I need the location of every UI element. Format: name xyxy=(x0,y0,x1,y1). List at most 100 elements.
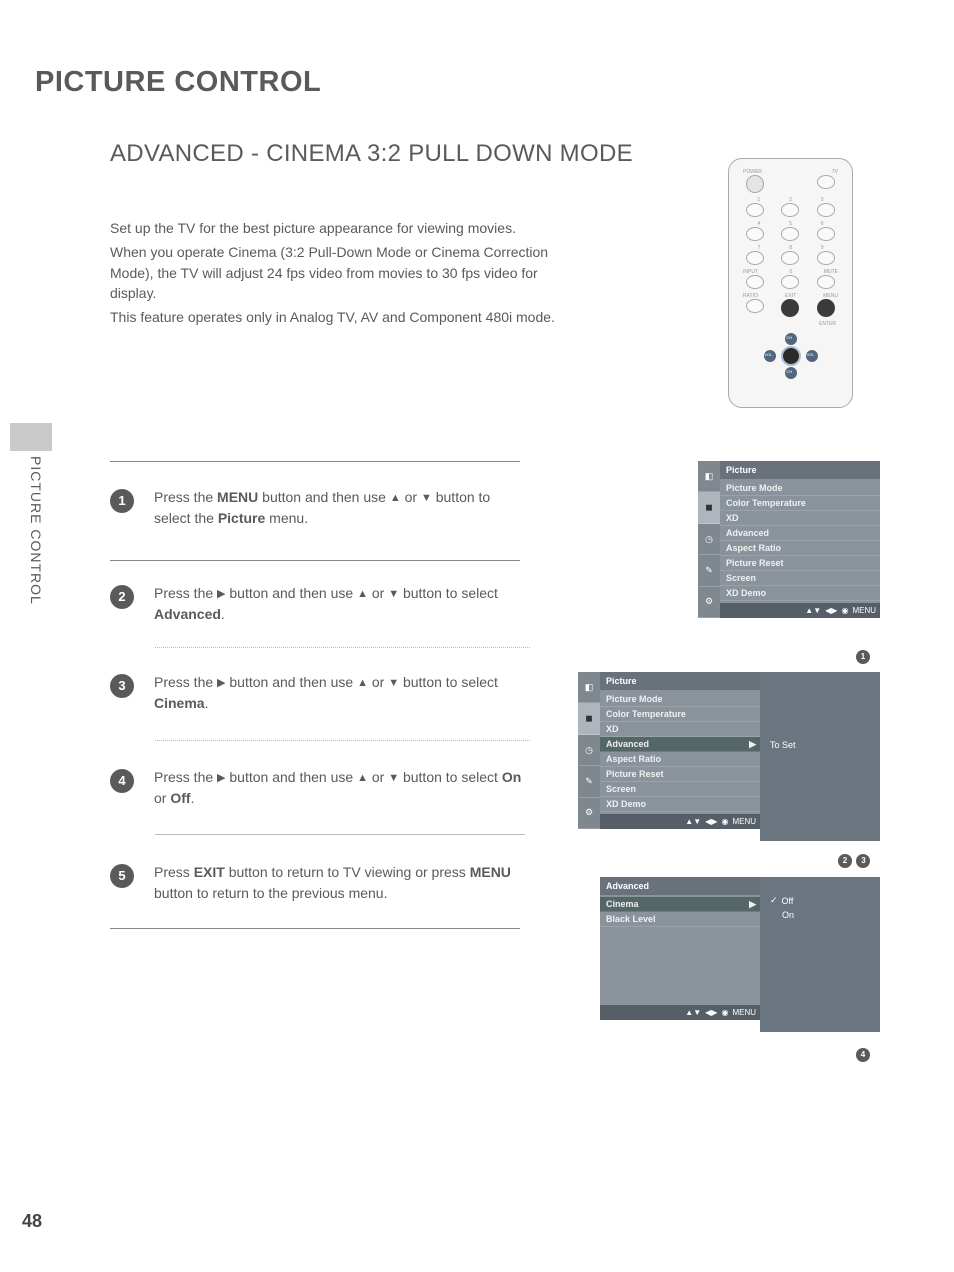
divider xyxy=(110,560,520,561)
osd-item: XD xyxy=(600,722,760,737)
right-arrow-icon: ▶ xyxy=(749,899,756,910)
up-arrow-icon: ▲ xyxy=(357,677,368,689)
step-3-text: Press the ▶ button and then use ▲ or ▼ b… xyxy=(154,672,530,714)
side-section-label: PICTURE CONTROL xyxy=(28,456,44,605)
check-icon: ✓ xyxy=(770,895,778,906)
page-title: PICTURE CONTROL xyxy=(35,66,321,99)
osd-footer-menu: MENU xyxy=(732,817,756,826)
remote-control-illustration: POWERTV 123 456 789 INPUT0MUTE RATIOEXIT… xyxy=(728,158,853,408)
up-arrow-icon: ▲ xyxy=(390,492,401,504)
osd-item: Picture Reset xyxy=(720,556,880,571)
osd-item: Aspect Ratio xyxy=(600,752,760,767)
input-button-icon xyxy=(746,275,764,289)
step-4: 4 Press the ▶ button and then use ▲ or ▼… xyxy=(110,767,530,809)
enter-icon: ◉ xyxy=(841,606,848,615)
side-tab xyxy=(10,423,52,451)
num-4-icon xyxy=(746,227,764,241)
num-5-icon xyxy=(781,227,799,241)
down-arrow-icon: ▼ xyxy=(388,588,399,600)
mute-button-icon xyxy=(817,275,835,289)
osd-title: Picture xyxy=(720,461,880,479)
osd-footer-menu: MENU xyxy=(852,606,876,615)
right-arrow-icon: ▶ xyxy=(217,588,225,600)
num-6-icon xyxy=(817,227,835,241)
section-title: ADVANCED - CINEMA 3:2 PULL DOWN MODE xyxy=(110,140,633,168)
osd-item: XD Demo xyxy=(720,586,880,601)
intro-block: Set up the TV for the best picture appea… xyxy=(110,218,560,331)
step-3: 3 Press the ▶ button and then use ▲ or ▼… xyxy=(110,672,530,714)
step-badge-5: 5 xyxy=(110,864,134,888)
step-1-text: Press the MENU button and then use ▲ or … xyxy=(154,487,530,529)
dotted-divider xyxy=(155,740,530,741)
osd-right-panel-toset: To Set xyxy=(760,672,880,841)
osd-icon: ✎ xyxy=(698,555,720,586)
osd-picture-icon: ◼ xyxy=(698,492,720,523)
osd-option-on: On xyxy=(770,910,794,920)
tv-button-icon xyxy=(817,175,835,189)
osd-picture-icon: ◼ xyxy=(578,703,600,734)
osd-picture-menu-1: ◧ ◼ ◷ ✎ ⚙ Picture Picture Mode Color Tem… xyxy=(720,461,880,618)
callout-1: 1 xyxy=(856,646,870,664)
num-3-icon xyxy=(817,203,835,217)
nav-arrows-icon: ▲▼ xyxy=(685,817,701,826)
osd-right-label: To Set xyxy=(770,740,796,750)
num-0-icon xyxy=(781,275,799,289)
menu-button-icon xyxy=(817,299,835,317)
osd-item-highlighted: Cinema▶ xyxy=(600,897,760,912)
remote-tv-label: TV xyxy=(832,169,838,175)
osd-item: XD Demo xyxy=(600,797,760,812)
osd-title: Picture xyxy=(600,672,760,690)
osd-footer: ▲▼ ◀▶ ◉ MENU xyxy=(600,814,760,829)
osd-sidebar-icons: ◧ ◼ ◷ ✎ ⚙ xyxy=(698,461,720,618)
step-4-text: Press the ▶ button and then use ▲ or ▼ b… xyxy=(154,767,530,809)
remote-power-label: POWER xyxy=(743,169,762,175)
osd-item: Screen xyxy=(600,782,760,797)
osd-item: Color Temperature xyxy=(600,707,760,722)
remote-nav-cluster-icon: CH CH VOL VOL xyxy=(756,333,826,379)
osd-option-off: Off xyxy=(782,896,794,906)
step-badge-4: 4 xyxy=(110,769,134,793)
step-badge-1: 1 xyxy=(110,489,134,513)
step-badge-2: 2 xyxy=(110,585,134,609)
down-arrow-icon: ▼ xyxy=(421,492,432,504)
osd-item: Aspect Ratio xyxy=(720,541,880,556)
remote-enter-label: ENTER xyxy=(737,321,844,327)
osd-footer-menu: MENU xyxy=(732,1008,756,1017)
num-7-icon xyxy=(746,251,764,265)
enter-button-icon xyxy=(781,346,801,366)
divider xyxy=(155,834,525,835)
nav-arrows-icon: ◀▶ xyxy=(825,606,837,615)
step-2-text: Press the ▶ button and then use ▲ or ▼ b… xyxy=(154,583,530,625)
callout-2-3: 2 3 xyxy=(838,850,870,868)
step-5-text: Press EXIT button to return to TV viewin… xyxy=(154,862,530,904)
enter-icon: ◉ xyxy=(721,817,728,826)
num-9-icon xyxy=(817,251,835,265)
step-1: 1 Press the MENU button and then use ▲ o… xyxy=(110,487,530,529)
divider xyxy=(110,928,520,929)
exit-button-icon xyxy=(781,299,799,317)
nav-arrows-icon: ◀▶ xyxy=(705,1008,717,1017)
enter-icon: ◉ xyxy=(721,1008,728,1017)
osd-item: XD xyxy=(720,511,880,526)
osd-icon: ✎ xyxy=(578,766,600,797)
osd-picture-menu-2: ◧ ◼ ◷ ✎ ⚙ Picture Picture Mode Color Tem… xyxy=(600,672,760,829)
callout-4: 4 xyxy=(856,1044,870,1062)
osd-icon: ◷ xyxy=(578,735,600,766)
right-arrow-icon: ▶ xyxy=(217,772,225,784)
nav-arrows-icon: ▲▼ xyxy=(805,606,821,615)
osd-item-highlighted: Advanced▶ xyxy=(600,737,760,752)
intro-p1: Set up the TV for the best picture appea… xyxy=(110,218,560,238)
nav-arrows-icon: ▲▼ xyxy=(685,1008,701,1017)
ratio-button-icon xyxy=(746,299,764,313)
down-arrow-icon: ▼ xyxy=(388,677,399,689)
up-arrow-icon: ▲ xyxy=(357,772,368,784)
osd-icon: ◧ xyxy=(698,461,720,492)
dotted-divider xyxy=(155,647,530,648)
down-arrow-icon: ▼ xyxy=(388,772,399,784)
osd-item: Advanced xyxy=(720,526,880,541)
osd-sidebar-icons: ◧ ◼ ◷ ✎ ⚙ xyxy=(578,672,600,829)
osd-item: Black Level xyxy=(600,912,760,927)
osd-icon: ◷ xyxy=(698,524,720,555)
up-arrow-icon: ▲ xyxy=(357,588,368,600)
osd-icon: ⚙ xyxy=(578,798,600,829)
